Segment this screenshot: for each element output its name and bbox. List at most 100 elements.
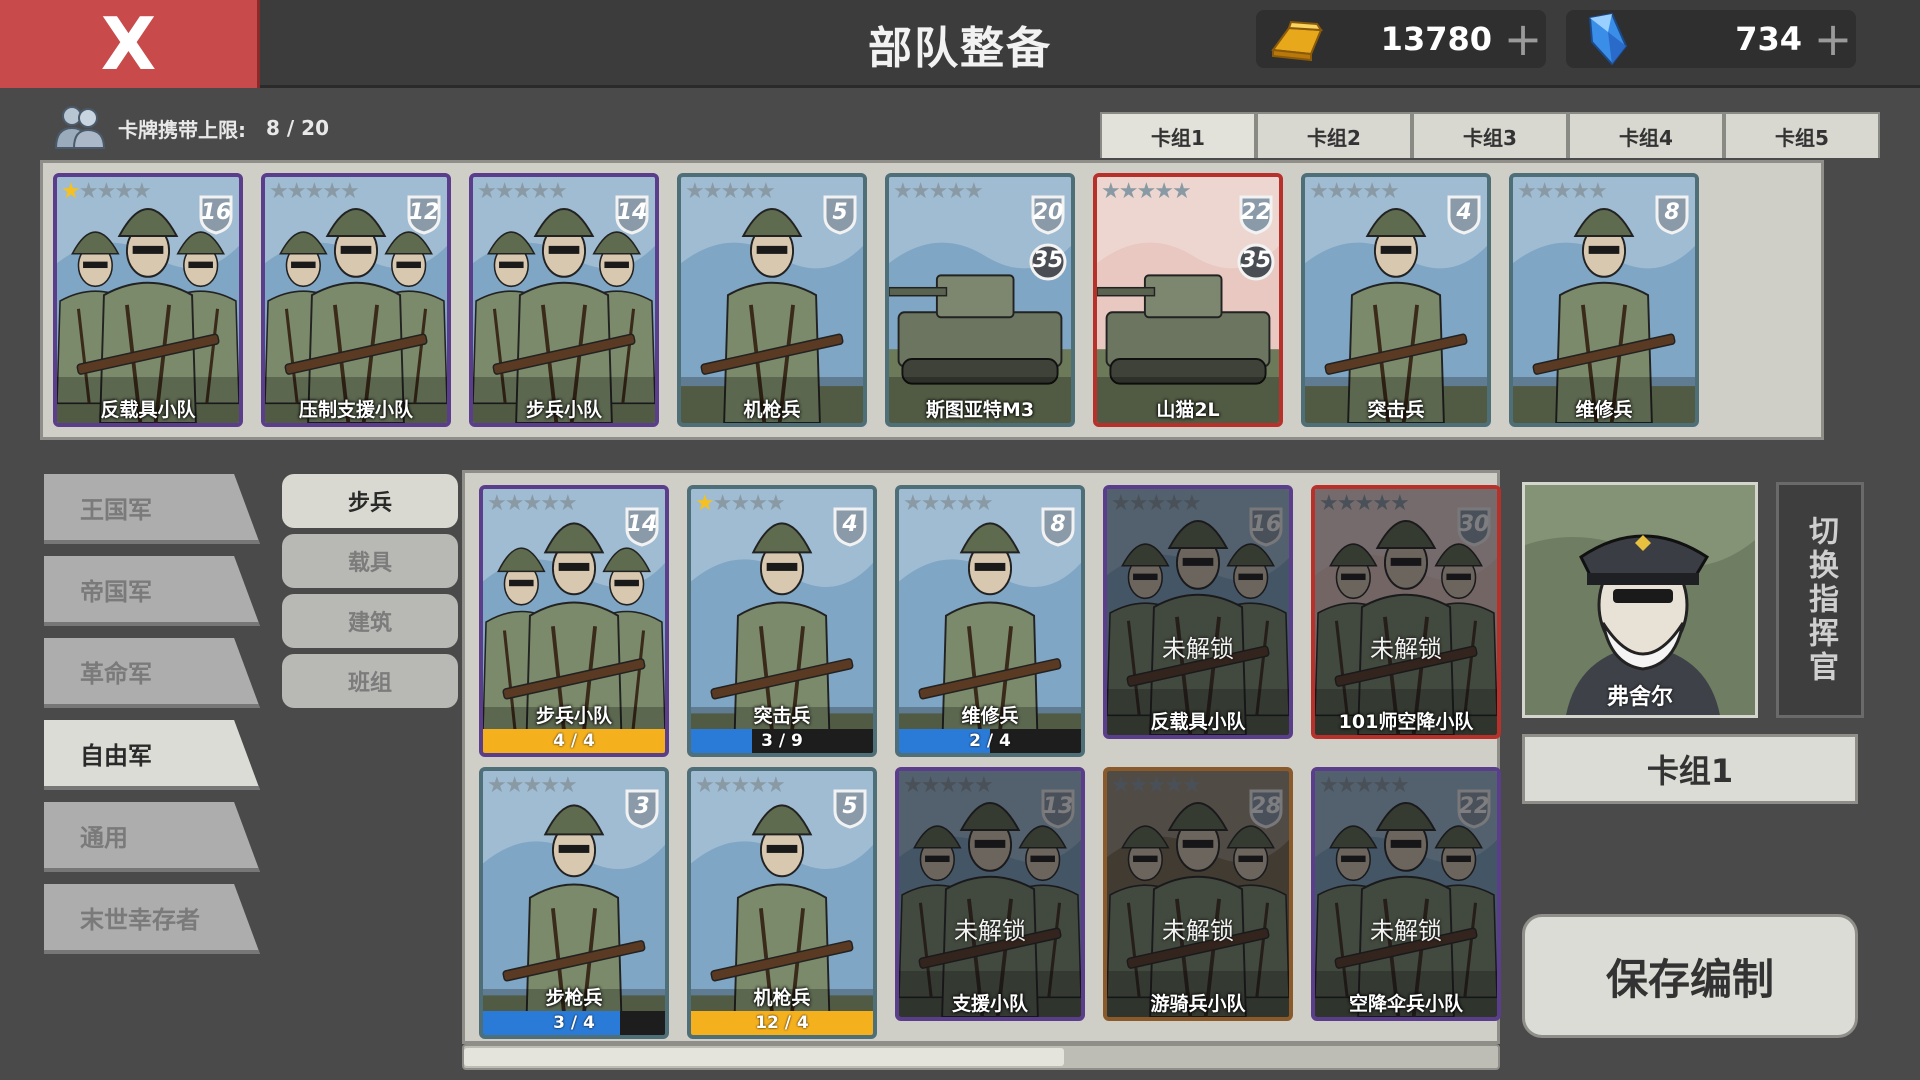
unit-card[interactable]: ★★★★★13未解锁支援小队 (895, 767, 1085, 1021)
cost-badge: 5 (831, 787, 869, 829)
star-icon: ★ (269, 179, 289, 204)
unit-card[interactable]: ★★★★★ 5 机枪兵 12 / 4 (687, 767, 877, 1039)
deck-tab-1[interactable]: 卡组1 (1100, 112, 1256, 158)
unit-card[interactable]: ★★★★★30未解锁101师空降小队 (1311, 485, 1501, 739)
faction-tab[interactable]: 通用 (44, 802, 260, 872)
star-rating: ★★★★★ (61, 179, 152, 204)
category-tab[interactable]: 载具 (282, 534, 458, 588)
unit-card[interactable]: ★★★★★ 8 维修兵 2 / 4 (895, 485, 1085, 757)
deck-tab-3[interactable]: 卡组3 (1412, 112, 1568, 158)
unit-card[interactable]: ★★★★★16未解锁反载具小队 (1103, 485, 1293, 739)
unit-card[interactable]: ★★★★★ 20 35 斯图亚特M3 (885, 173, 1075, 427)
card-name: 101师空降小队 (1338, 711, 1474, 733)
cost-value: 8 (1050, 512, 1066, 537)
faction-tab[interactable]: 王国军 (44, 474, 260, 544)
add-gem-button[interactable]: + (1810, 16, 1856, 62)
deck-tab-4[interactable]: 卡组4 (1568, 112, 1724, 158)
star-icon: ★ (765, 773, 786, 798)
faction-tab[interactable]: 自由军 (44, 720, 260, 790)
deck-tabs: 卡组1 卡组2 卡组3 卡组4 卡组5 (1100, 112, 1880, 158)
locked-label: 未解锁 (1370, 916, 1442, 945)
star-icon: ★ (748, 491, 768, 516)
star-rating: ★★★★★ (695, 491, 786, 516)
deck-tab-5[interactable]: 卡组5 (1724, 112, 1880, 158)
card-progress-bar: 4 / 4 (483, 729, 665, 753)
cost-badge: 4 (1445, 193, 1483, 235)
star-icon: ★ (765, 491, 786, 516)
star-icon: ★ (1534, 179, 1555, 204)
card-name: 突击兵 (1367, 399, 1425, 421)
star-icon: ★ (695, 491, 715, 516)
star-icon: ★ (748, 773, 768, 798)
star-icon: ★ (530, 179, 550, 204)
star-icon: ★ (504, 491, 525, 516)
unit-card[interactable]: ★★★★★ 4 突击兵 (1301, 173, 1491, 427)
current-deck-label: 卡组1 (1522, 734, 1858, 804)
locked-label: 未解锁 (1162, 916, 1234, 945)
star-icon: ★ (1362, 179, 1382, 204)
star-icon: ★ (702, 179, 723, 204)
star-icon: ★ (522, 773, 542, 798)
star-icon: ★ (946, 179, 966, 204)
category-tab[interactable]: 建筑 (282, 594, 458, 648)
faction-tab[interactable]: 革命军 (44, 638, 260, 708)
faction-tab[interactable]: 末世幸存者 (44, 884, 260, 954)
category-tab[interactable]: 班组 (282, 654, 458, 708)
commander-portrait[interactable]: 弗舍尔 (1522, 482, 1758, 718)
star-icon: ★ (738, 179, 758, 204)
unit-card[interactable]: ★★★★★22未解锁空降伞兵小队 (1311, 767, 1501, 1021)
cost-badge: 5 (821, 193, 859, 235)
blue-crystal-icon (1572, 10, 1642, 68)
star-icon: ★ (304, 179, 324, 204)
cost-value: 3 (634, 794, 650, 819)
star-icon: ★ (963, 179, 984, 204)
star-icon: ★ (730, 491, 750, 516)
unit-card[interactable]: ★★★★★ 16 反载具小队 (53, 173, 243, 427)
unit-card[interactable]: ★★★★★ 5 机枪兵 (677, 173, 867, 427)
horizontal-scrollbar[interactable] (462, 1044, 1500, 1070)
star-icon: ★ (712, 491, 733, 516)
card-progress-bar: 2 / 4 (899, 729, 1081, 753)
star-icon: ★ (695, 773, 715, 798)
unit-card[interactable]: ★★★★★ 14 步兵小队 (469, 173, 659, 427)
star-icon: ★ (494, 179, 515, 204)
switch-commander-button[interactable]: 切换指挥官 (1776, 482, 1864, 718)
card-name: 突击兵 (753, 705, 811, 727)
cost-value: 16 (200, 200, 232, 225)
unit-card[interactable]: ★★★★★ 4 突击兵 3 / 9 (687, 485, 877, 757)
unit-card[interactable]: ★★★★★ 8 维修兵 (1509, 173, 1699, 427)
star-icon: ★ (1101, 179, 1121, 204)
scrollbar-thumb[interactable] (464, 1048, 1064, 1066)
unit-card[interactable]: ★★★★★ 22 35 山猫2L (1093, 173, 1283, 427)
star-icon: ★ (487, 491, 507, 516)
add-gold-button[interactable]: + (1500, 16, 1546, 62)
locked-overlay (899, 771, 1081, 1017)
card-collection: ★★★★★ 14 步兵小队 4 / 4 ★★★★★ 4 突击兵 3 / 9 ★★★★★ 8 维修兵 2… (462, 470, 1501, 1044)
unit-card[interactable]: ★★★★★ 14 步兵小队 4 / 4 (479, 485, 669, 757)
unit-card[interactable]: ★★★★★28未解锁游骑兵小队 (1103, 767, 1293, 1021)
locked-label: 未解锁 (954, 916, 1026, 945)
star-icon: ★ (522, 491, 542, 516)
star-icon: ★ (755, 179, 776, 204)
star-icon: ★ (1379, 179, 1400, 204)
deck-tab-2[interactable]: 卡组2 (1256, 112, 1412, 158)
unit-card[interactable]: ★★★★★ 3 步枪兵 3 / 4 (479, 767, 669, 1039)
secondary-cost-value: 35 (1032, 248, 1064, 273)
card-progress-text: 3 / 4 (553, 1013, 595, 1033)
star-rating: ★★★★★ (477, 179, 568, 204)
star-rating: ★★★★★ (903, 491, 994, 516)
star-icon: ★ (512, 179, 532, 204)
card-name: 步兵小队 (535, 705, 612, 727)
star-icon: ★ (1118, 179, 1139, 204)
star-icon: ★ (61, 179, 81, 204)
faction-tab[interactable]: 帝国军 (44, 556, 260, 626)
close-button[interactable]: X (0, 0, 260, 88)
cost-badge: 8 (1653, 193, 1691, 235)
card-name: 空降伞兵小队 (1348, 993, 1463, 1015)
unit-card[interactable]: ★★★★★ 12 压制支援小队 (261, 173, 451, 427)
star-icon: ★ (1552, 179, 1572, 204)
secondary-cost-badge: 35 (1237, 241, 1275, 283)
save-formation-button[interactable]: 保存编制 (1522, 914, 1858, 1038)
gem-amount: 734 (1735, 20, 1802, 58)
category-tab[interactable]: 步兵 (282, 474, 458, 528)
